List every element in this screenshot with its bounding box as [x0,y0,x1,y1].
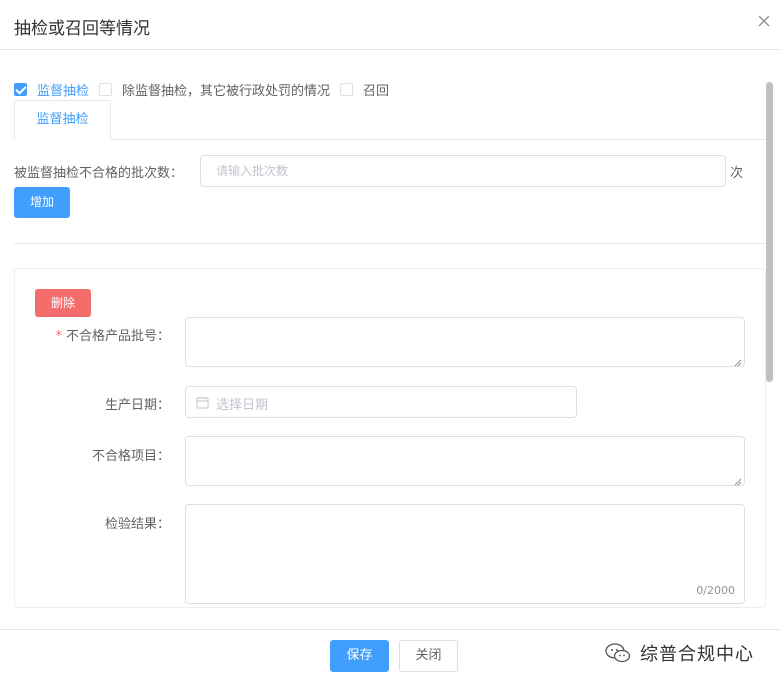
batch-count-input[interactable] [200,155,726,187]
close-icon[interactable] [756,13,772,29]
save-button[interactable]: 保存 [330,640,389,672]
delete-button[interactable]: 删除 [35,289,91,317]
section-divider [14,243,766,244]
failed-items-label: 不合格项目： [91,449,170,464]
situation-checkbox-group: 监督抽检 除监督抽检，其它被行政处罚的情况 召回 [14,80,399,99]
inspection-result-label: 检验结果： [104,517,170,532]
checkbox-supervision-sampling[interactable] [14,82,27,96]
failed-items-textarea[interactable] [185,436,745,486]
production-date-picker[interactable]: 选择日期 [185,386,577,418]
batch-no-textarea[interactable] [185,317,745,367]
watermark: 综普合规中心 [604,640,754,666]
dialog-title: 抽检或召回等情况 [14,19,150,39]
checkbox-label-recall[interactable]: 召回 [363,80,389,99]
production-date-placeholder: 选择日期 [216,398,269,413]
checkbox-label-admin-penalty[interactable]: 除监督抽检，其它被行政处罚的情况 [122,80,330,99]
char-counter: 0/2000 [696,584,735,597]
batch-count-label: 被监督抽检不合格的批次数： [14,166,184,181]
tab-bar: 监督抽检 [14,100,766,140]
production-date-label: 生产日期： [104,398,170,413]
resize-grip-icon[interactable] [734,475,742,486]
batch-count-unit: 次 [730,166,744,181]
batch-no-label: * 不合格产品批号： [55,329,170,344]
close-button[interactable]: 关闭 [399,640,458,672]
checkbox-admin-penalty[interactable] [99,82,113,96]
calendar-icon [196,396,209,409]
checkbox-label-supervision-sampling[interactable]: 监督抽检 [37,80,89,99]
inspection-result-textarea[interactable]: 0/2000 [185,504,745,604]
add-button[interactable]: 增加 [14,187,70,218]
scrollbar-thumb[interactable] [766,82,773,382]
resize-grip-icon[interactable] [734,356,742,367]
wechat-icon [604,642,632,664]
tab-supervision-sampling[interactable]: 监督抽检 [14,100,111,140]
required-mark: * [55,329,62,344]
dialog-header: 抽检或召回等情况 [0,0,780,50]
watermark-text: 综普合规中心 [640,644,754,665]
checkbox-recall[interactable] [340,82,354,96]
